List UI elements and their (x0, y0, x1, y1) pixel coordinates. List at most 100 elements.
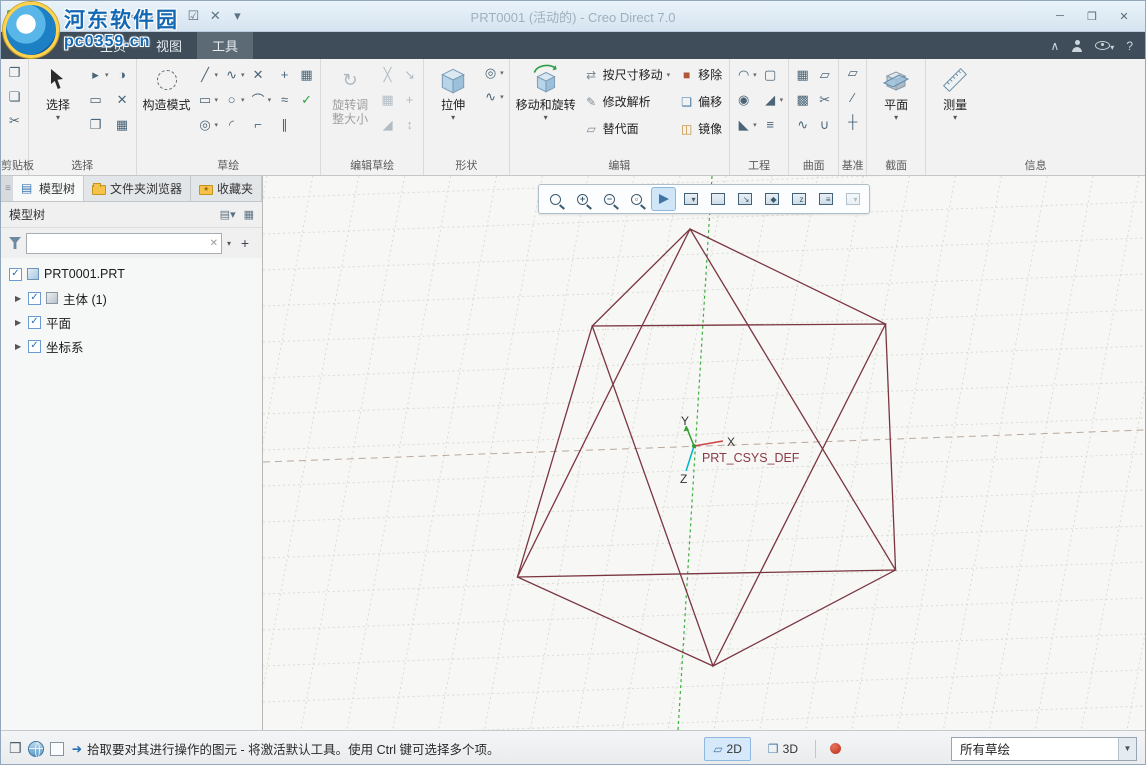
visibility-checkbox[interactable]: ✓ (28, 292, 41, 305)
ellipse-tool-icon[interactable]: ○ (222, 89, 246, 111)
tab-tools[interactable]: 工具 (197, 32, 253, 59)
app-icon[interactable] (7, 10, 20, 23)
section-plane-button[interactable]: 平面▾ (871, 62, 921, 123)
scale-icon[interactable]: ↘ (400, 64, 419, 86)
pattern-icon[interactable]: ▦ (378, 89, 397, 111)
tree-node-csys[interactable]: ▶ ✓ 坐标系 (1, 334, 262, 358)
spline-tool-icon[interactable]: ∿ (222, 64, 246, 86)
datum-csys-icon[interactable]: ┼ (843, 110, 862, 132)
move-by-dimension-button[interactable]: ⇄按尺寸移动 (581, 62, 674, 87)
circle-tool-icon[interactable]: ◎ (196, 114, 220, 136)
select-arrow-options-icon[interactable]: ▸ (86, 64, 110, 86)
tree-columns-icon[interactable]: ▦ (244, 208, 254, 221)
save-icon[interactable]: ▣ (66, 8, 80, 24)
chamfer-sketch-icon[interactable]: ◢ (378, 114, 397, 136)
construction-mode-button[interactable]: 构造模式 (141, 62, 193, 114)
graphics-area[interactable]: Y X Z PRT_CSYS_DEF +−▫▾↘◆z≡▾ (263, 176, 1145, 730)
combobox-caret-icon[interactable]: ▼ (1118, 738, 1136, 760)
sketch-ok-icon[interactable]: ✓ (297, 89, 316, 111)
select-last-icon[interactable]: ❐ (86, 114, 110, 136)
zoom-out-icon[interactable]: − (597, 187, 622, 211)
tree-display-options-icon[interactable]: ▤▾ (220, 208, 236, 221)
extrude-button[interactable]: 拉伸▾ (428, 62, 478, 123)
offset-edge-icon[interactable]: ≈ (275, 89, 294, 111)
datum-plane-icon[interactable]: ▱ (843, 62, 862, 84)
corner-tool-icon[interactable]: ⌐ (249, 114, 273, 136)
panel-grip-icon[interactable]: ≡ (3, 176, 13, 201)
select-all-icon[interactable]: ▦ (113, 114, 132, 136)
globe-icon[interactable] (28, 741, 44, 757)
sketch-triangle-down[interactable] (592, 324, 885, 666)
help-icon[interactable]: ? (1126, 39, 1133, 53)
sketch-palette-icon[interactable]: ▦ (297, 64, 316, 86)
measure-button[interactable]: 测量▾ (930, 62, 980, 123)
select-box-icon[interactable]: ▭ (86, 89, 110, 111)
saved-orientations-icon[interactable]: ▾ (678, 187, 703, 211)
boundary-blend-icon[interactable]: ▦ (793, 64, 812, 86)
move-rotate-button[interactable]: 移动和旋转▾ (514, 62, 578, 123)
default-orientation-icon[interactable]: ↘ (732, 187, 757, 211)
windows-icon[interactable]: ❐ (164, 8, 178, 24)
flatten-icon[interactable]: ▱ (815, 64, 834, 86)
display-style-icon[interactable] (705, 187, 730, 211)
minimize-button[interactable]: ─ (1045, 5, 1075, 27)
zoom-window-icon[interactable] (543, 187, 568, 211)
rotate-resize-button[interactable]: ↻ 旋转调 整大小 (325, 62, 375, 128)
trim-icon[interactable]: ✂ (815, 89, 834, 111)
plane-select-icon[interactable] (50, 742, 64, 756)
merge-icon[interactable]: ∪ (815, 114, 834, 136)
line-tool-icon[interactable]: ╱ (196, 64, 220, 86)
more-commands-icon[interactable]: ▾ (230, 8, 244, 24)
sketch-spacer[interactable] (297, 114, 316, 136)
tree-search-input[interactable] (27, 234, 221, 253)
visibility-checkbox[interactable]: ✓ (9, 268, 22, 281)
tree-node-body[interactable]: ▶ ✓ 主体 (1) (1, 286, 262, 310)
hole-icon[interactable]: ◉ (734, 89, 758, 111)
revolve-icon[interactable]: ◎ (481, 62, 505, 84)
arc3-tool-icon[interactable]: ⌒ (249, 89, 273, 111)
select-button[interactable]: 选择▾ (33, 62, 83, 123)
view-manager-icon[interactable]: ▾ (840, 187, 865, 211)
appearance-icon[interactable]: ◑ (113, 64, 132, 86)
redo-icon[interactable]: ↷ (115, 8, 134, 24)
model-select-icon[interactable]: ❒ (9, 740, 22, 757)
tree-node-planes[interactable]: ▶ ✓ 平面 (1, 310, 262, 334)
tab-home[interactable]: 主页 (85, 32, 141, 59)
csys-triad[interactable]: Y X Z PRT_CSYS_DEF (680, 414, 800, 486)
perspective-icon[interactable]: z (786, 187, 811, 211)
modify-analytic-button[interactable]: ✎修改解析 (581, 89, 674, 114)
search-options-icon[interactable]: ▾ (227, 239, 231, 248)
user-account-icon[interactable] (1071, 40, 1083, 52)
sketch-hexagon[interactable] (517, 229, 895, 666)
chamfer-icon[interactable]: ◣ (734, 114, 758, 136)
cut-icon[interactable]: ✂ (5, 110, 24, 132)
remove-button[interactable]: ■移除 (676, 62, 725, 87)
visibility-checkbox[interactable]: ✓ (28, 316, 41, 329)
split-icon[interactable]: ╳ (378, 64, 397, 86)
regenerate-icon[interactable]: ↻ (142, 8, 156, 24)
expand-icon[interactable]: ▶ (15, 342, 23, 351)
move-entity-icon[interactable]: + (400, 89, 419, 111)
tab-view[interactable]: 视图 (141, 32, 197, 59)
selection-filter-combobox[interactable]: 所有草绘 ▼ (951, 737, 1137, 761)
expand-icon[interactable]: ▶ (15, 318, 23, 327)
arc-tool-icon[interactable]: ◜ (222, 114, 246, 136)
draft-icon[interactable]: ◢ (761, 89, 785, 111)
rib-icon[interactable]: ≡ (761, 114, 785, 136)
expand-icon[interactable]: ▶ (15, 294, 23, 303)
point-tool-icon[interactable]: + (275, 64, 294, 86)
sweep-icon[interactable]: ∿ (481, 86, 505, 108)
round-icon[interactable]: ◠ (734, 64, 758, 86)
annotations-icon[interactable]: ≡ (813, 187, 838, 211)
delete-segment-icon[interactable]: ✕ (249, 64, 273, 86)
tree-node-root[interactable]: ✓ PRT0001.PRT (1, 262, 262, 286)
datum-axis-icon[interactable]: ⁄ (843, 86, 862, 108)
zoom-in-icon[interactable]: + (570, 187, 595, 211)
zoom-fit-icon[interactable]: ▫ (624, 187, 649, 211)
freestyle-icon[interactable]: ∿ (793, 114, 812, 136)
minimize-ribbon-icon[interactable]: ∧ (1051, 39, 1060, 53)
viewport-canvas[interactable]: Y X Z PRT_CSYS_DEF (263, 176, 1145, 730)
clear-search-icon[interactable]: ✕ (210, 238, 218, 249)
add-filter-button[interactable]: + (236, 234, 254, 252)
tab-favorites[interactable]: 收藏夹 (191, 176, 262, 201)
